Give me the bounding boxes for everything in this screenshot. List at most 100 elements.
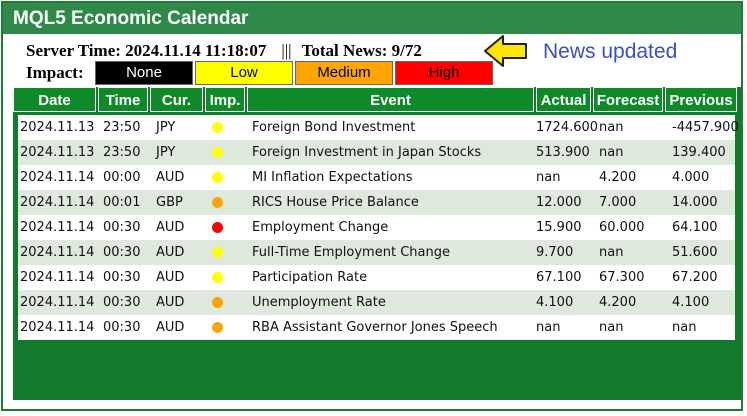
table-row[interactable]: 2024.11.14 00:00 AUD MI Inflation Expectati…: [18, 165, 735, 190]
status-separator: |||: [281, 41, 292, 60]
cell-actual: 9.700: [536, 245, 574, 260]
cell-forecast: 4.200: [599, 170, 637, 185]
cell-event: Unemployment Rate: [252, 295, 386, 310]
cell-previous: 14.000: [672, 195, 718, 210]
server-time-label: Server Time: 2024.11.14 11:18:07: [26, 41, 267, 60]
column-header-event[interactable]: Event: [247, 87, 534, 112]
cell-event: Participation Rate: [252, 270, 368, 285]
cell-actual: 513.900: [536, 145, 590, 160]
cell-actual: nan: [536, 170, 561, 185]
news-updated-note: News updated: [543, 40, 678, 63]
total-news-label: Total News: 9/72: [301, 41, 422, 60]
cell-previous: 4.100: [672, 295, 710, 310]
cell-time: 23:50: [103, 120, 141, 135]
cell-currency: AUD: [156, 320, 185, 335]
cell-currency: AUD: [156, 270, 185, 285]
cell-time: 23:50: [103, 145, 141, 160]
cell-date: 2024.11.14: [20, 295, 95, 310]
cell-currency: AUD: [156, 170, 185, 185]
cell-time: 00:30: [103, 220, 141, 235]
panel-title: MQL5 Economic Calendar: [3, 3, 741, 34]
cell-previous: 67.200: [672, 270, 718, 285]
column-header-currency[interactable]: Cur.: [150, 87, 203, 112]
cell-date: 2024.11.14: [20, 220, 95, 235]
cell-actual: 1724.600: [536, 120, 599, 135]
cell-previous: 139.400: [672, 145, 726, 160]
cell-event: RICS House Price Balance: [252, 195, 419, 210]
table-row[interactable]: 2024.11.13 23:50 JPY Foreign Bond Investmen…: [18, 115, 739, 140]
cell-date: 2024.11.14: [20, 270, 95, 285]
cell-time: 00:30: [103, 270, 141, 285]
cell-date: 2024.11.14: [20, 195, 95, 210]
cell-forecast: 60.000: [599, 220, 645, 235]
cell-forecast: 4.200: [599, 295, 637, 310]
table-row[interactable]: 2024.11.14 00:30 AUD Full-Time Employment C…: [18, 240, 735, 265]
impact-dot-icon: [212, 322, 223, 333]
cell-previous: 51.600: [672, 245, 718, 260]
cell-event: MI Inflation Expectations: [252, 170, 413, 185]
cell-forecast: nan: [599, 245, 624, 260]
column-header-time[interactable]: Time: [98, 87, 148, 112]
impact-dot-icon: [212, 197, 223, 208]
column-header-actual[interactable]: Actual: [536, 87, 591, 112]
cell-actual: 67.100: [536, 270, 582, 285]
impact-dot-icon: [212, 247, 223, 258]
table-row[interactable]: 2024.11.13 23:50 JPY Foreign Investment in …: [18, 140, 735, 165]
cell-event: Employment Change: [252, 220, 389, 235]
cell-forecast: nan: [599, 320, 624, 335]
cell-forecast: nan: [599, 145, 624, 160]
cell-time: 00:30: [103, 245, 141, 260]
cell-actual: 12.000: [536, 195, 582, 210]
cell-event: Full-Time Employment Change: [252, 245, 450, 260]
calendar-panel: MQL5 Economic Calendar Server Time: 2024…: [1, 1, 743, 411]
impact-dot-icon: [212, 272, 223, 283]
column-header-forecast[interactable]: Forecast: [593, 87, 663, 112]
impact-filter-low[interactable]: Low: [195, 61, 293, 85]
impact-filter-none[interactable]: None: [95, 61, 193, 85]
cell-forecast: 7.000: [599, 195, 637, 210]
table-row[interactable]: 2024.11.14 00:30 AUD Participation Rate 67.1…: [18, 265, 735, 290]
cell-time: 00:01: [103, 195, 141, 210]
cell-event: Foreign Investment in Japan Stocks: [252, 145, 482, 160]
cell-date: 2024.11.13: [20, 120, 95, 135]
cell-time: 00:30: [103, 295, 141, 310]
cell-date: 2024.11.14: [20, 320, 95, 335]
impact-filter-high[interactable]: High: [395, 61, 493, 85]
cell-previous: 4.000: [672, 170, 710, 185]
cell-time: 00:00: [103, 170, 141, 185]
cell-event: RBA Assistant Governor Jones Speech: [252, 320, 498, 335]
calendar-table: Date Time Cur. Imp. Event Actual Forecas…: [13, 87, 741, 400]
impact-dot-icon: [212, 147, 223, 158]
table-row[interactable]: 2024.11.14 00:30 AUD RBA Assistant Governor…: [18, 315, 735, 340]
cell-event: Foreign Bond Investment: [252, 120, 416, 135]
cell-currency: AUD: [156, 245, 185, 260]
cell-time: 00:30: [103, 320, 141, 335]
column-header-previous[interactable]: Previous: [665, 87, 737, 112]
cell-previous: 64.100: [672, 220, 718, 235]
cell-actual: nan: [536, 320, 561, 335]
table-row[interactable]: 2024.11.14 00:30 AUD Employment Change 15.90…: [18, 215, 735, 240]
impact-label: Impact:: [26, 63, 84, 82]
cell-forecast: nan: [599, 120, 624, 135]
column-header-date[interactable]: Date: [13, 87, 96, 112]
cell-previous: nan: [672, 320, 697, 335]
table-row[interactable]: 2024.11.14 00:01 GBP RICS House Price Balan…: [18, 190, 735, 215]
cell-forecast: 67.300: [599, 270, 645, 285]
cell-currency: AUD: [156, 220, 185, 235]
impact-dot-icon: [212, 122, 223, 133]
impact-dot-icon: [212, 172, 223, 183]
cell-date: 2024.11.13: [20, 145, 95, 160]
table-row[interactable]: 2024.11.14 00:30 AUD Unemployment Rate 4.100…: [18, 290, 735, 315]
impact-dot-icon: [212, 222, 223, 233]
cell-currency: AUD: [156, 295, 185, 310]
column-header-impact[interactable]: Imp.: [205, 87, 245, 112]
calendar-rows: 2024.11.13 23:50 JPY Foreign Bond Investmen…: [18, 115, 739, 340]
impact-filter-medium[interactable]: Medium: [295, 61, 393, 85]
status-line: Server Time: 2024.11.14 11:18:07 ||| Total…: [26, 41, 422, 61]
cell-currency: JPY: [156, 120, 176, 135]
cell-previous: -4457.900: [672, 120, 739, 135]
cell-date: 2024.11.14: [20, 170, 95, 185]
cell-actual: 4.100: [536, 295, 574, 310]
impact-dot-icon: [212, 297, 223, 308]
cell-currency: JPY: [156, 145, 176, 160]
